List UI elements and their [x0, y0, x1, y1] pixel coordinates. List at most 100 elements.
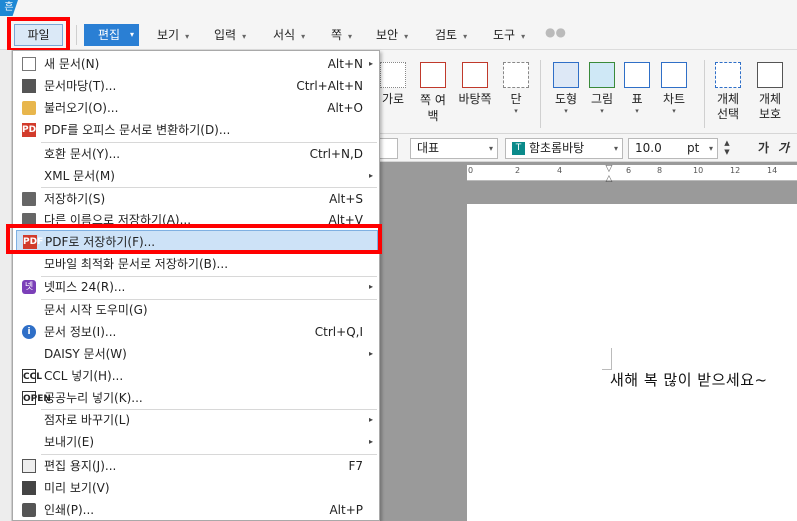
chevron-down-icon: ▾: [301, 32, 306, 41]
ccl-icon: CCL: [22, 369, 42, 383]
menu-view-label: 보기: [157, 28, 180, 42]
file-menu-braille[interactable]: 점자로 바꾸기(L) ▸: [13, 409, 379, 431]
file-menu-save-pdf[interactable]: PDF PDF로 저장하기(F)...: [16, 230, 378, 252]
menu-review[interactable]: 검토 ▾: [435, 24, 467, 46]
menu-shortcut: F7: [348, 459, 363, 473]
menu-file[interactable]: 파일: [14, 24, 63, 46]
style-combo-edge[interactable]: [378, 138, 398, 159]
file-menu-send[interactable]: 보내기(E) ▸: [13, 431, 379, 453]
file-menu-compatible[interactable]: 호환 문서(Y)... Ctrl+N,D: [13, 143, 379, 165]
file-menu-ccl[interactable]: CCL CCL 넣기(H)...: [13, 365, 379, 387]
menu-label: 인쇄(P)...: [44, 503, 95, 517]
menu-format-label: 서식: [273, 28, 296, 42]
picture-icon: [589, 62, 615, 88]
file-menu-save-mobile[interactable]: 모바일 최적화 문서로 저장하기(B)...: [13, 253, 379, 275]
hancom-logo-icon: 흔: [0, 0, 18, 16]
file-menu-template[interactable]: 문서마당(T)... Ctrl+Alt+N: [13, 75, 379, 97]
page-setup-icon: [22, 459, 36, 473]
menu-insert[interactable]: 입력 ▾: [214, 24, 246, 46]
font-select[interactable]: T 함초롬바탕 ▾: [505, 138, 623, 159]
file-menu-save-as[interactable]: 다른 이름으로 저장하기(A)... Alt+V: [13, 209, 379, 231]
file-menu-print[interactable]: 인쇄(P)... Alt+P: [13, 499, 379, 521]
page-margin-icon: [420, 62, 446, 88]
font-size-unit: pt: [687, 141, 700, 155]
menu-page-label: 쪽: [331, 28, 343, 42]
menu-label: 모바일 최적화 문서로 저장하기(B)...: [44, 257, 229, 271]
menu-view[interactable]: 보기 ▾: [157, 24, 189, 46]
ruler-label: 12: [730, 166, 741, 175]
master-page-icon: [462, 62, 488, 88]
ribbon-separator: [704, 60, 705, 128]
indent-marker-icon[interactable]: ▽ △: [604, 164, 614, 184]
menu-format[interactable]: 서식 ▾: [273, 24, 305, 46]
menu-edit-label: 편집: [98, 28, 121, 42]
menu-security-label: 보안: [376, 28, 399, 42]
format-toolbar: 대표 ▾ T 함초롬바탕 ▾ 10.0 pt ▾ ▲ ▼ 가 가: [378, 134, 797, 162]
ruler-label: 0: [468, 166, 474, 175]
style-select[interactable]: 대표 ▾: [410, 138, 498, 159]
file-menu-daisy[interactable]: DAISY 문서(W) ▸: [13, 343, 379, 365]
menu-tools-label: 도구: [493, 28, 516, 42]
document-text[interactable]: 새해 복 많이 받으세요~: [610, 369, 768, 390]
file-menu-xml[interactable]: XML 문서(M) ▸: [13, 165, 379, 187]
submenu-arrow-icon: ▸: [368, 59, 373, 68]
menu-label: 문서마당(T)...: [44, 79, 117, 93]
file-menu-netffice[interactable]: 넷 넷피스 24(R)... ▸: [13, 276, 379, 298]
menu-label: 넷피스 24(R)...: [44, 280, 126, 294]
menu-shortcut: Alt+V: [328, 213, 363, 227]
ribbon-landscape-button[interactable]: 가로: [378, 62, 408, 107]
pdf-convert-icon: PDF: [22, 123, 43, 137]
menu-label: 점자로 바꾸기(L): [44, 413, 131, 427]
file-menu-pdf-convert[interactable]: PDF PDF를 오피스 문서로 변환하기(D)...: [13, 119, 379, 141]
menu-label: DAISY 문서(W): [44, 347, 127, 361]
menu-page[interactable]: 쪽 ▾: [331, 24, 352, 46]
file-menu-new[interactable]: 새 문서(N) Alt+N ▸: [13, 53, 379, 75]
menu-shortcut: Alt+O: [327, 101, 363, 115]
menu-security[interactable]: 보안 ▾: [376, 24, 408, 46]
ribbon-object-protect-button[interactable]: 개체 보호: [748, 62, 792, 122]
italic-button[interactable]: 가: [778, 139, 789, 156]
ribbon-columns-button[interactable]: 단 ▾: [492, 62, 540, 115]
ribbon-object-select-button[interactable]: 개체 선택: [706, 62, 750, 122]
ribbon-chart-button[interactable]: 차트 ▾: [650, 62, 698, 115]
menu-tools[interactable]: 도구 ▾: [493, 24, 525, 46]
file-menu-open[interactable]: 불러오기(O)... Alt+O: [13, 97, 379, 119]
document-page[interactable]: [467, 204, 797, 521]
file-menu-page-setup[interactable]: 편집 용지(J)... F7: [13, 455, 379, 477]
font-size-input[interactable]: 10.0 pt ▾: [628, 138, 718, 159]
horizontal-ruler: 0 2 4 6 8 10 12 14: [467, 165, 797, 181]
ribbon-chart-label: 차트: [662, 92, 686, 106]
file-menu-doc-info[interactable]: i 문서 정보(I)... Ctrl+Q,I: [13, 321, 379, 343]
ribbon-object-protect-label: 개체 보호: [758, 92, 782, 121]
menu-shortcut: Ctrl+Q,I: [314, 325, 363, 339]
chevron-down-icon: ▾: [404, 32, 409, 41]
menu-label: 미리 보기(V): [44, 481, 110, 495]
submenu-arrow-icon: ▸: [368, 349, 373, 358]
bold-button[interactable]: 가: [758, 139, 769, 156]
chevron-down-icon: ▾: [672, 107, 676, 115]
file-menu-preview[interactable]: 미리 보기(V): [13, 477, 379, 499]
font-size-spinner[interactable]: ▲ ▼: [721, 139, 733, 159]
menu-edit[interactable]: 편집 ▾: [84, 24, 139, 46]
menu-shortcut: Alt+S: [329, 192, 363, 206]
file-menu-start-helper[interactable]: 문서 시작 도우미(G): [13, 299, 379, 321]
chevron-down-icon: ▾: [348, 32, 353, 41]
menu-label: 새 문서(N): [44, 57, 100, 71]
menu-label: 문서 정보(I)...: [44, 325, 117, 339]
save-icon: [22, 192, 36, 206]
file-menu-save[interactable]: 저장하기(S) Alt+S: [13, 188, 379, 210]
menu-shortcut: Alt+P: [329, 503, 363, 517]
open-folder-icon: [22, 101, 36, 115]
object-protect-icon: [757, 62, 783, 88]
menu-insert-label: 입력: [214, 28, 237, 42]
ruler-label: 10: [693, 166, 704, 175]
collaboration-icon[interactable]: ●●: [545, 25, 566, 39]
file-menu-open-license[interactable]: OPEN 공공누리 넣기(K)...: [13, 387, 379, 409]
print-icon: [22, 503, 36, 517]
font-select-value: 함초롬바탕: [529, 141, 585, 155]
ruler-label: 6: [626, 166, 632, 175]
submenu-arrow-icon: ▸: [368, 415, 373, 424]
font-type-icon: T: [512, 142, 525, 155]
menu-review-label: 검토: [435, 28, 458, 42]
menu-label: 호환 문서(Y)...: [44, 147, 121, 161]
